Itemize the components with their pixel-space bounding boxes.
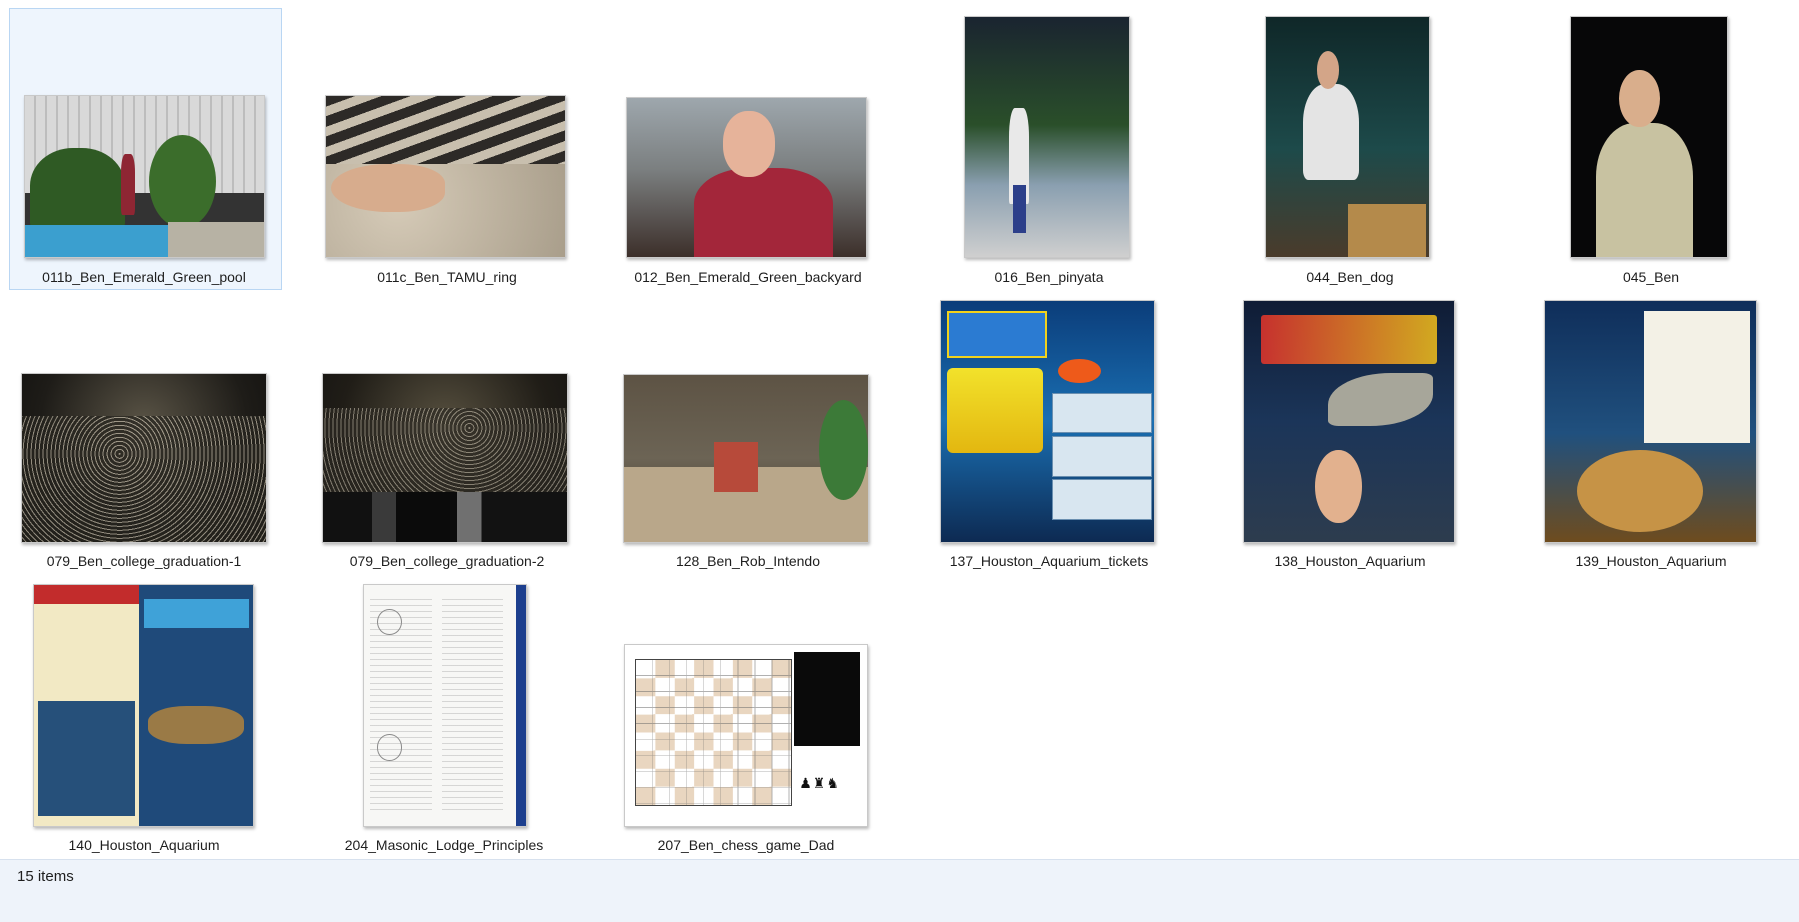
- file-view: 011b_Ben_Emerald_Green_pool 011c_Ben_TAM…: [0, 0, 1799, 857]
- file-name[interactable]: 128_Ben_Rob_Intendo: [598, 553, 898, 569]
- thumbnail[interactable]: [322, 373, 568, 543]
- thumb-art: [1315, 450, 1362, 523]
- thumb-art: [947, 368, 1044, 453]
- thumbnail[interactable]: [1243, 300, 1455, 543]
- thumb-art: [1328, 373, 1433, 427]
- thumb-art: [1644, 310, 1750, 444]
- thumb-art: [1260, 315, 1438, 364]
- thumb-art: [25, 224, 169, 257]
- file-name[interactable]: 016_Ben_pinyata: [899, 269, 1199, 285]
- thumb-art: [516, 585, 526, 826]
- thumb-art: [947, 310, 1048, 358]
- thumb-art: [794, 652, 860, 747]
- thumb-art: [441, 599, 504, 812]
- thumb-art: [29, 147, 126, 232]
- thumb-art: [38, 700, 135, 817]
- thumbnail[interactable]: [626, 97, 867, 258]
- thumb-art: [1347, 204, 1426, 257]
- thumb-art: [722, 110, 776, 178]
- thumbnail[interactable]: [363, 584, 527, 827]
- thumb-art: [1058, 358, 1101, 383]
- file-name[interactable]: 139_Houston_Aquarium: [1501, 553, 1799, 569]
- thumbnail[interactable]: ♟♜♞: [624, 644, 868, 827]
- file-name[interactable]: 204_Masonic_Lodge_Principles: [294, 837, 594, 853]
- file-name[interactable]: 012_Ben_Emerald_Green_backyard: [598, 269, 898, 285]
- thumb-art: [34, 585, 140, 605]
- file-name[interactable]: 011c_Ben_TAMU_ring: [297, 269, 597, 285]
- status-bar: 15 items: [0, 859, 1799, 922]
- thumbnail[interactable]: [21, 373, 267, 543]
- thumb-art: [714, 441, 759, 492]
- thumbnail[interactable]: [33, 584, 254, 827]
- thumb-art: [1576, 450, 1704, 533]
- thumb-art: [1303, 84, 1359, 181]
- thumbnail[interactable]: [24, 95, 265, 258]
- file-name[interactable]: 138_Houston_Aquarium: [1200, 553, 1500, 569]
- file-name[interactable]: 079_Ben_college_graduation-2: [297, 553, 597, 569]
- thumb-art: [819, 400, 868, 501]
- thumb-art: [634, 659, 792, 807]
- thumb-art: [693, 167, 833, 257]
- thumb-art: [147, 705, 245, 745]
- file-name[interactable]: 079_Ben_college_graduation-1: [0, 553, 294, 569]
- item-count: 15 items: [17, 868, 74, 885]
- thumb-art: [1051, 479, 1152, 520]
- thumb-art: [376, 609, 402, 636]
- thumb-art: [330, 163, 446, 212]
- thumb-art: [1619, 69, 1660, 128]
- thumbnail[interactable]: [1570, 16, 1728, 258]
- file-name[interactable]: 137_Houston_Aquarium_tickets: [899, 553, 1199, 569]
- thumb-art: [120, 153, 135, 216]
- thumb-art: [22, 416, 266, 542]
- thumbnail[interactable]: [940, 300, 1155, 543]
- thumb-art: [168, 221, 264, 257]
- thumb-art: [376, 734, 402, 761]
- thumb-art: [323, 491, 567, 542]
- thumbnail[interactable]: [325, 95, 566, 258]
- thumb-art: [1051, 392, 1152, 434]
- file-name[interactable]: 207_Ben_chess_game_Dad: [596, 837, 896, 853]
- thumb-art: [143, 599, 249, 629]
- file-name[interactable]: 045_Ben: [1501, 269, 1799, 285]
- thumbnail[interactable]: [964, 16, 1130, 258]
- file-name[interactable]: 140_Houston_Aquarium: [0, 837, 294, 853]
- thumb-art: [1595, 122, 1693, 257]
- thumb-art: [1051, 435, 1152, 477]
- thumbnail[interactable]: [1544, 300, 1757, 543]
- thumbnail[interactable]: [1265, 16, 1430, 258]
- file-name[interactable]: 011b_Ben_Emerald_Green_pool: [0, 269, 294, 285]
- thumb-art: [1012, 185, 1026, 233]
- thumb-art: ♟♜♞: [799, 775, 840, 792]
- file-name[interactable]: 044_Ben_dog: [1200, 269, 1500, 285]
- thumb-art: [1316, 50, 1340, 89]
- thumb-art: [149, 134, 217, 228]
- thumbnail[interactable]: [623, 374, 869, 543]
